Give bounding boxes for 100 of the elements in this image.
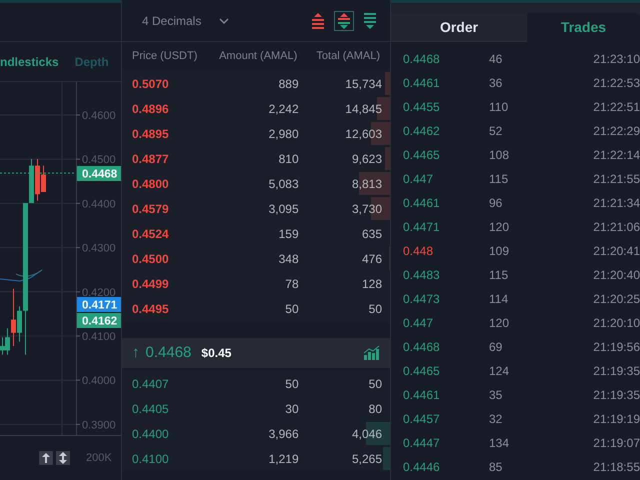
- trade-price: 0.4461: [403, 387, 441, 404]
- trade-amount: 120: [489, 219, 510, 236]
- amount-cell-text: 78: [284, 276, 299, 292]
- trade-time: 21:18:55: [593, 459, 640, 476]
- price-cell-text: 0.4400: [132, 426, 170, 442]
- trade-time: 21:20:40: [593, 267, 640, 284]
- amount-cell-text: 1,219: [268, 450, 299, 468]
- trade-time: 21:20:25: [593, 291, 640, 308]
- chevron-down-icon: [219, 18, 230, 24]
- price-tag: 0.4162: [77, 313, 121, 328]
- total-cell-text: 50: [368, 376, 382, 392]
- amount-cell-text: 810: [278, 150, 299, 168]
- price-cell-text: 0.4877: [132, 150, 170, 168]
- trade-time: 21:22:14: [593, 147, 640, 164]
- price-cell-text: 0.4495: [132, 300, 170, 318]
- total-cell-text: 128: [360, 276, 382, 292]
- trade-time: 21:20:10: [593, 315, 640, 332]
- trade-time: 21:21:34: [593, 195, 640, 212]
- trade-time: 21:20:41: [593, 243, 640, 260]
- price-cell-text: 0.4499: [132, 276, 170, 292]
- trade-amount: 110: [489, 99, 510, 116]
- price-cell-text: 0.4100: [132, 450, 170, 468]
- price-cell-text: 0.4896: [132, 100, 170, 118]
- price-cell-text: 0.4500: [132, 250, 170, 268]
- trade-time: 21:21:06: [593, 219, 640, 236]
- trade-amount: 115: [489, 171, 510, 188]
- trade-time: 21:19:35: [593, 363, 640, 380]
- axis-label: 0.3900: [82, 419, 116, 432]
- trade-amount: 115: [489, 267, 510, 284]
- trade-price: 0.4462: [403, 123, 441, 140]
- trade-price: 0.448: [403, 243, 434, 260]
- total-cell-text: 15,734: [344, 76, 382, 92]
- trade-price: 0.447: [403, 171, 434, 188]
- total-cell-text: 4,046: [350, 426, 382, 442]
- amount-cell-text: 50: [284, 300, 299, 318]
- axis-label: 200K: [86, 450, 112, 466]
- bar-chart-icon[interactable]: [364, 346, 380, 360]
- trade-price: 0.4457: [403, 411, 441, 428]
- trade-price: 0.4465: [403, 363, 441, 380]
- price-cell-text: 0.4800: [132, 176, 170, 192]
- axis-label: 0.4600: [82, 110, 116, 122]
- trade-price: 0.4483: [403, 267, 441, 284]
- price-cell-text: 0.4524: [132, 226, 170, 242]
- panel-tab[interactable]: Trades: [527, 13, 640, 42]
- trade-price: 0.4468: [403, 51, 441, 68]
- amount-cell-text: 2,242: [268, 100, 299, 118]
- amount-cell-text: 159: [278, 226, 299, 242]
- amount-cell-text: 2,980: [268, 126, 299, 142]
- total-cell-text: 3,730: [350, 200, 382, 218]
- total-cell-text: 12,603: [344, 126, 382, 142]
- trade-amount: 134: [489, 435, 510, 452]
- total-cell-text: 476: [360, 250, 382, 268]
- price-cell-text: 0.4579: [132, 200, 170, 218]
- trade-price: 0.4465: [403, 147, 441, 164]
- trade-amount: 109: [489, 243, 510, 260]
- total-cell-text: 9,623: [350, 150, 382, 168]
- price-cell-text: 0.4405: [132, 400, 170, 418]
- trade-time: 21:19:07: [593, 435, 640, 452]
- amount-cell-text: 50: [284, 376, 299, 392]
- trade-time: 21:22:51: [593, 99, 640, 116]
- trade-price: 0.4461: [403, 195, 441, 212]
- usd-price: $0.45: [201, 345, 232, 362]
- trade-amount: 120: [489, 315, 510, 332]
- price-tag: 0.4468: [77, 166, 121, 181]
- total-cell-text: 8,813: [350, 176, 382, 192]
- trade-time: 21:19:35: [593, 387, 640, 404]
- trade-amount: 32: [489, 411, 504, 428]
- trade-price: 0.4447: [403, 435, 441, 452]
- trade-time: 21:19:56: [593, 339, 640, 356]
- axis-label: 0.4500: [82, 154, 116, 166]
- axis-label: 0.4400: [82, 198, 116, 210]
- trade-time: 21:22:29: [593, 123, 640, 140]
- decimals-dropdown[interactable]: 4 Decimals: [142, 12, 230, 30]
- both-view-icon[interactable]: [334, 10, 354, 30]
- total-cell-text: 50: [368, 300, 382, 318]
- arrows-up-down-icon[interactable]: [56, 451, 70, 465]
- amount-cell-text: 348: [278, 250, 299, 268]
- column-header: Total (AMAL): [315, 49, 380, 64]
- trade-time: 21:22:53: [593, 75, 640, 92]
- trade-amount: 46: [489, 51, 504, 68]
- trade-time: 21:19:19: [593, 411, 640, 428]
- trade-price: 0.4446: [403, 459, 441, 476]
- axis-label: 0.4200: [82, 286, 116, 299]
- amount-cell-text: 30: [284, 400, 299, 418]
- chart-tab[interactable]: ndlesticks: [0, 52, 59, 70]
- trade-amount: 96: [489, 195, 504, 212]
- trade-price: 0.4473: [403, 291, 441, 308]
- trade-amount: 69: [489, 339, 504, 356]
- last-price: 0.4468: [146, 342, 192, 363]
- arrow-up-icon[interactable]: [39, 451, 53, 465]
- amount-cell-text: 3,095: [268, 200, 299, 218]
- column-header: Amount (AMAL): [218, 49, 298, 64]
- column-header: Price (USDT): [132, 49, 198, 64]
- trade-amount: 36: [489, 75, 504, 92]
- trade-amount: 35: [489, 387, 504, 404]
- price-tag: 0.4171: [77, 297, 121, 312]
- price-cell-text: 0.5070: [132, 76, 170, 92]
- trade-amount: 114: [489, 291, 510, 308]
- price-cell-text: 0.4407: [132, 376, 170, 392]
- axis-label: 0.4100: [82, 331, 116, 343]
